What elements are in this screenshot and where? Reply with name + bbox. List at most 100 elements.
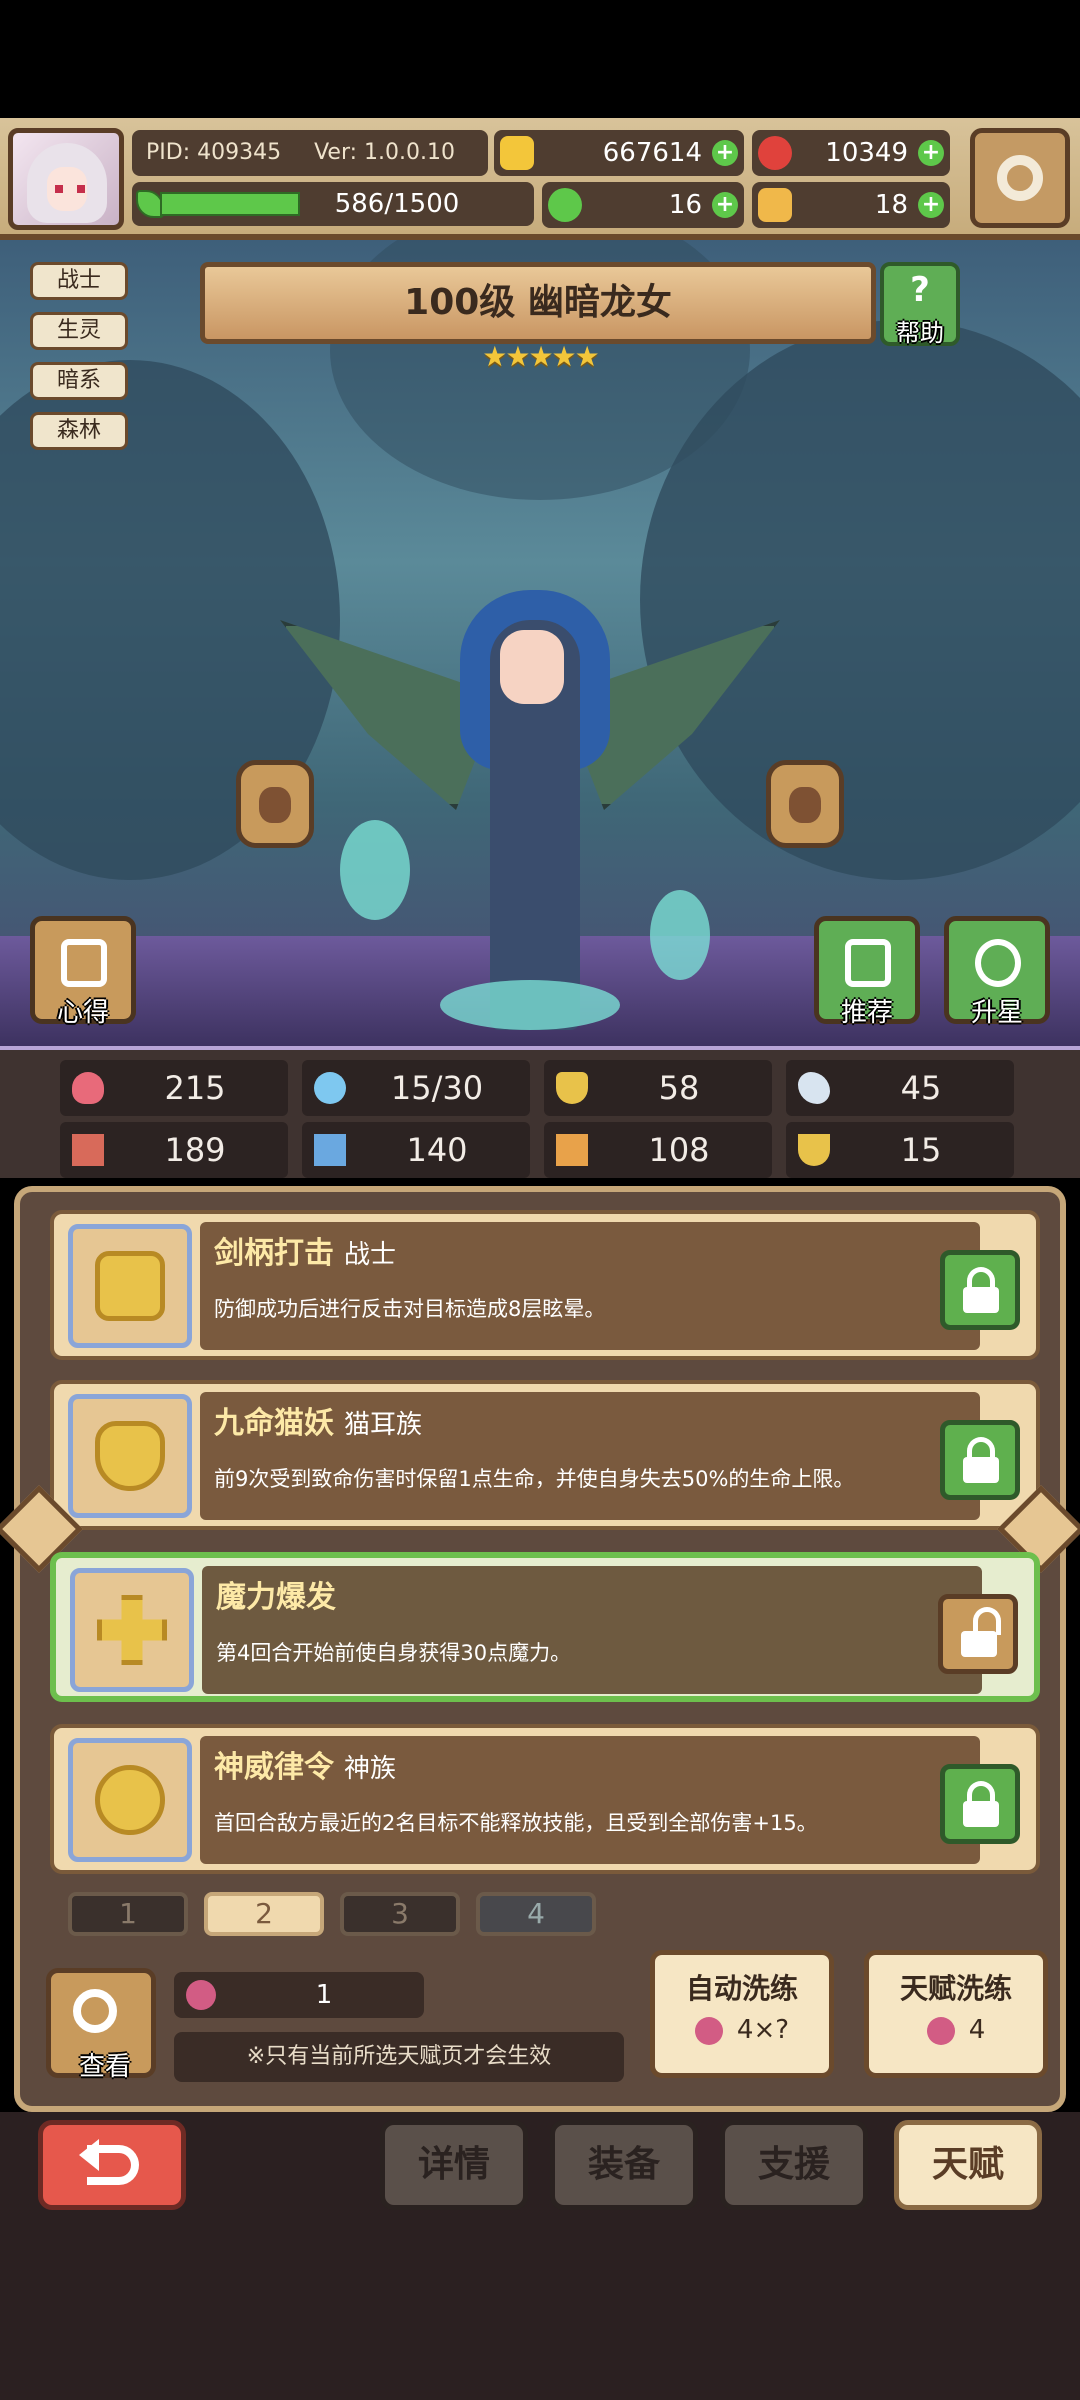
view-label: 查看 bbox=[78, 2052, 131, 2082]
talent-info: 九命猫妖 猫耳族 前9次受到致命伤害时保留1点生命，并使自身失去50%的生命上限… bbox=[200, 1392, 980, 1520]
clover-value: 16 bbox=[668, 190, 702, 220]
lock-body bbox=[963, 1801, 999, 1827]
tab-support[interactable]: 支援 bbox=[720, 2120, 868, 2210]
horseshoe-icon bbox=[798, 1134, 830, 1166]
thumbs-up-icon bbox=[845, 939, 891, 987]
tag-class[interactable]: 战士 bbox=[30, 262, 128, 300]
next-hero-button[interactable] bbox=[766, 760, 844, 848]
upgrade-star-button[interactable]: 升星 bbox=[944, 916, 1050, 1028]
player-avatar[interactable] bbox=[8, 128, 124, 230]
talent-info: 魔力爆发 第4回合开始前使自身获得30点魔力。 bbox=[202, 1566, 982, 1694]
talent-race: 战士 bbox=[344, 1240, 397, 1270]
stat-value: 15/30 bbox=[390, 1069, 484, 1107]
talent-card[interactable]: 神威律令 神族 首回合敌方最近的2名目标不能释放技能，且受到全部伤害+15。 bbox=[50, 1724, 1040, 1874]
avatar-eye bbox=[55, 185, 63, 193]
talent-wash-button[interactable]: 天赋洗练 4 bbox=[864, 1950, 1048, 2078]
water-drop-icon bbox=[314, 1072, 346, 1104]
pid-version-box: PID: 409345 Ver: 1.0.0.10 bbox=[132, 130, 488, 176]
game-version: Ver: 1.0.0.10 bbox=[314, 140, 455, 165]
gold-coin-icon bbox=[500, 136, 534, 170]
tab-details[interactable]: 详情 bbox=[380, 2120, 528, 2210]
spirit-flame bbox=[340, 820, 410, 920]
previous-hero-button[interactable] bbox=[236, 760, 314, 848]
hero-face bbox=[500, 630, 564, 704]
talent-name: 魔力爆发 bbox=[216, 1580, 336, 1615]
gold-resource: 667614 + bbox=[494, 130, 744, 176]
talent-page-tab-3[interactable]: 3 bbox=[340, 1892, 460, 1936]
ruby-gem-icon bbox=[758, 136, 792, 170]
view-button[interactable]: 查看 bbox=[46, 1968, 156, 2082]
tab-equipment[interactable]: 装备 bbox=[550, 2120, 698, 2210]
talent-unlock-button[interactable] bbox=[938, 1594, 1018, 1674]
talent-card-active[interactable]: 魔力爆发 第4回合开始前使自身获得30点魔力。 bbox=[50, 1552, 1040, 1702]
talent-page-tab-2[interactable]: 2 bbox=[204, 1892, 324, 1936]
bread-resource: 18 + bbox=[752, 182, 950, 228]
tag-terrain[interactable]: 森林 bbox=[30, 412, 128, 450]
player-info-panel: PID: 409345 Ver: 1.0.0.10 586/1500 66761… bbox=[132, 128, 962, 232]
talent-description: 首回合敌方最近的2名目标不能释放技能，且受到全部伤害+15。 bbox=[214, 1811, 818, 1835]
talent-panel: 剑柄打击 战士 防御成功后进行反击对目标造成8层眩晕。 九命猫妖 猫耳族 前9次… bbox=[0, 1186, 1080, 2112]
cross-burst-icon bbox=[97, 1595, 167, 1665]
settings-button[interactable] bbox=[970, 128, 1070, 228]
stat-value: 140 bbox=[406, 1131, 468, 1169]
stat-hp: 215 bbox=[60, 1060, 288, 1116]
talent-icon-frame bbox=[68, 1224, 192, 1348]
tag-element[interactable]: 暗系 bbox=[30, 362, 128, 400]
tab-talent[interactable]: 天赋 bbox=[894, 2120, 1042, 2210]
shield-icon bbox=[556, 1072, 588, 1104]
fist-icon bbox=[72, 1134, 104, 1166]
add-bread-button[interactable]: + bbox=[918, 192, 944, 218]
auto-wash-cost-value: 4×? bbox=[736, 2015, 790, 2045]
talent-description: 防御成功后进行反击对目标造成8层眩晕。 bbox=[214, 1297, 606, 1321]
divine-eye-icon bbox=[95, 1765, 165, 1835]
talent-card[interactable]: 剑柄打击 战士 防御成功后进行反击对目标造成8层眩晕。 bbox=[50, 1210, 1040, 1360]
talent-page-tabs: 1 2 3 4 bbox=[48, 1892, 608, 1940]
talent-wash-cost: 4 bbox=[869, 2015, 1043, 2045]
player-id: PID: 409345 bbox=[146, 140, 282, 165]
recommend-label: 推荐 bbox=[840, 998, 893, 1028]
talent-lock-button[interactable] bbox=[940, 1764, 1020, 1844]
talent-icon-frame bbox=[68, 1738, 192, 1862]
sword-shield-icon bbox=[95, 1251, 165, 1321]
boot-icon bbox=[556, 1134, 588, 1166]
fruit-icon bbox=[694, 2016, 723, 2045]
arrow-left-icon bbox=[259, 787, 291, 823]
talent-page-tab-1[interactable]: 1 bbox=[68, 1892, 188, 1936]
help-button[interactable]: ? 帮助 bbox=[880, 262, 960, 347]
tag-type[interactable]: 生灵 bbox=[30, 312, 128, 350]
clover-icon bbox=[548, 188, 582, 222]
spirit-flame bbox=[650, 890, 710, 980]
talent-name: 剑柄打击 bbox=[214, 1236, 334, 1271]
insights-button[interactable]: 心得 bbox=[30, 916, 136, 1028]
talent-description: 第4回合开始前使自身获得30点魔力。 bbox=[216, 1641, 572, 1665]
talent-info: 剑柄打击 战士 防御成功后进行反击对目标造成8层眩晕。 bbox=[200, 1222, 980, 1350]
spirit-flame bbox=[440, 980, 620, 1030]
back-button[interactable] bbox=[38, 2120, 186, 2210]
add-gold-button[interactable]: + bbox=[712, 140, 738, 166]
hero-title: 100级 幽暗龙女 bbox=[200, 262, 876, 344]
ruby-resource: 10349 + bbox=[752, 130, 950, 176]
help-label: 帮助 bbox=[896, 319, 944, 347]
spellbook-icon bbox=[314, 1134, 346, 1166]
fruit-icon bbox=[186, 1980, 216, 2010]
status-bar bbox=[0, 0, 1080, 118]
xp-text: 586/1500 bbox=[334, 189, 460, 219]
cat-head-icon bbox=[95, 1421, 165, 1491]
talent-race: 神族 bbox=[344, 1754, 397, 1784]
talent-card[interactable]: 九命猫妖 猫耳族 前9次受到致命伤害时保留1点生命，并使自身失去50%的生命上限… bbox=[50, 1380, 1040, 1530]
add-ruby-button[interactable]: + bbox=[918, 140, 944, 166]
stat-mana: 15/30 bbox=[302, 1060, 530, 1116]
talent-actions: 查看 1 ※只有当前所选天赋页才会生效 自动洗练 4×? 天赋洗练 4 bbox=[34, 1948, 1054, 2098]
talent-lock-button[interactable] bbox=[940, 1250, 1020, 1330]
talent-page-tab-4[interactable]: 4 bbox=[476, 1892, 596, 1936]
add-clover-button[interactable]: + bbox=[712, 192, 738, 218]
insights-label: 心得 bbox=[56, 998, 109, 1028]
fruit-counter: 1 bbox=[174, 1972, 424, 2018]
arrow-right-icon bbox=[789, 787, 821, 823]
talent-lock-button[interactable] bbox=[940, 1420, 1020, 1500]
stat-value: 189 bbox=[164, 1131, 226, 1169]
auto-wash-button[interactable]: 自动洗练 4×? bbox=[650, 1950, 834, 2078]
talent-icon-frame bbox=[70, 1568, 194, 1692]
recommend-button[interactable]: 推荐 bbox=[814, 916, 920, 1028]
hero-character-sprite bbox=[280, 560, 780, 1030]
